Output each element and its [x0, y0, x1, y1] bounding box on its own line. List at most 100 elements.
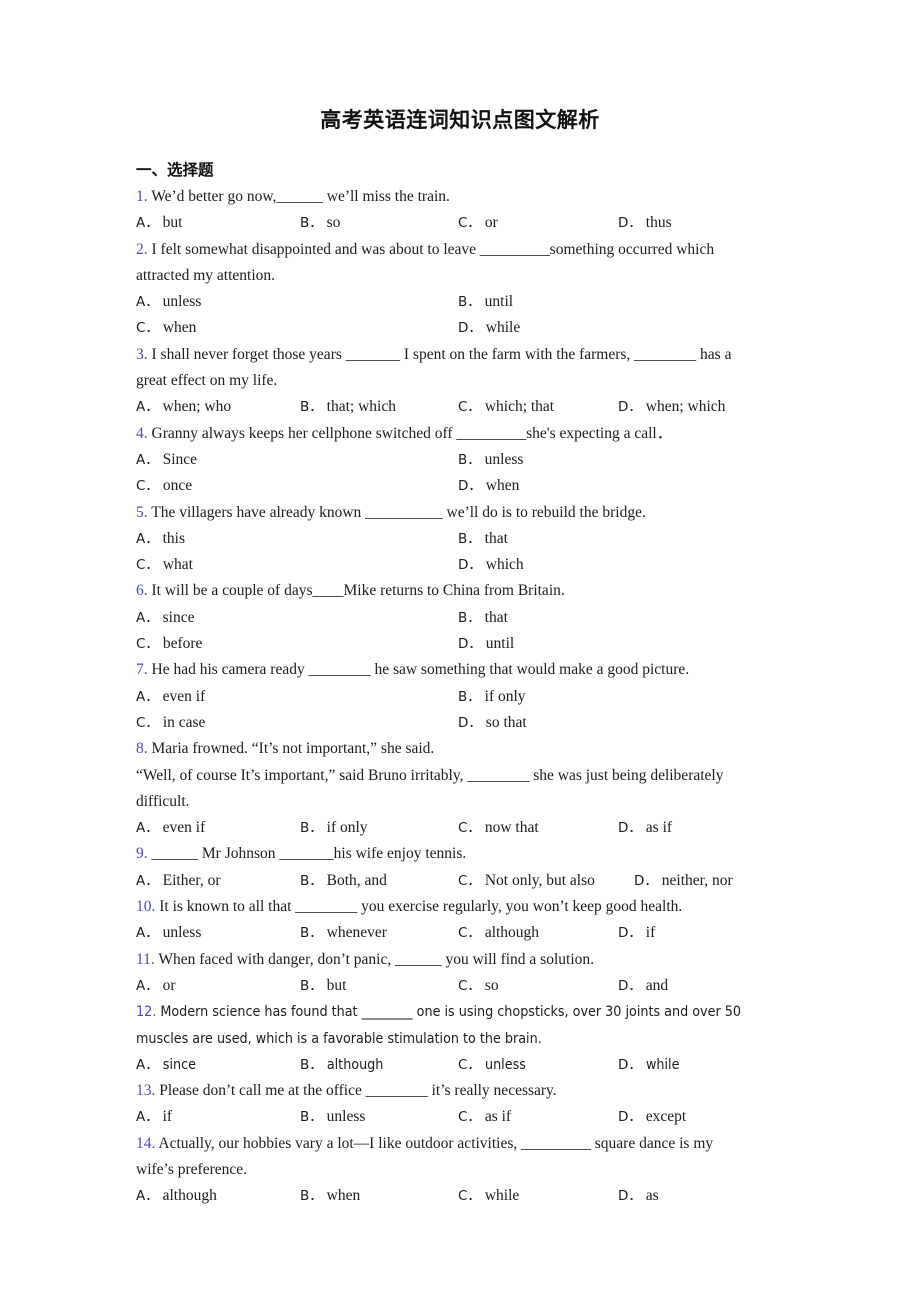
option-choice[interactable]: A． even if [136, 815, 205, 841]
option-choice[interactable]: A． since [136, 1052, 196, 1078]
option-choice[interactable]: C． which; that [458, 394, 554, 420]
option-text: when; which [641, 398, 726, 416]
option-text: although [158, 1187, 217, 1205]
option-choice[interactable]: D． as if [618, 815, 672, 841]
option-choice[interactable]: D． when; which [618, 394, 725, 420]
option-label: B． [458, 294, 481, 311]
option-choice[interactable]: B． that; which [300, 394, 396, 420]
question-item: 1. We’d better go now,______ we’ll miss … [136, 184, 784, 237]
option-choice[interactable]: A． when; who [136, 394, 231, 420]
option-choice[interactable]: B． although [300, 1052, 383, 1078]
option-text: if [158, 1108, 173, 1126]
option-choice[interactable]: D． if [618, 920, 655, 946]
option-choice[interactable]: C． although [458, 920, 539, 946]
option-choice[interactable]: B． if only [458, 684, 526, 710]
option-choice[interactable]: D． while [618, 1052, 679, 1078]
option-text: in case [158, 713, 206, 731]
question-stem: 9. ______ Mr Johnson _______his wife enj… [136, 841, 784, 867]
question-text: wife’s preference. [136, 1160, 248, 1178]
option-label: D． [618, 399, 642, 416]
option-choice[interactable]: C． what [136, 552, 193, 578]
option-text: or [158, 976, 176, 994]
option-choice[interactable]: A． even if [136, 684, 205, 710]
option-choice[interactable]: C． when [136, 315, 196, 341]
question-item: 10. It is known to all that ________ you… [136, 894, 784, 947]
question-stem: 14. Actually, our hobbies vary a lot—I l… [136, 1131, 784, 1157]
option-choice[interactable]: D． neither, nor [634, 868, 733, 894]
option-choice[interactable]: D． which [458, 552, 524, 578]
option-choice[interactable]: C． as if [458, 1104, 511, 1130]
option-choice[interactable]: B． until [458, 289, 513, 315]
option-label: D． [458, 478, 482, 495]
option-text: Both, and [322, 871, 387, 889]
option-label: D． [618, 1188, 642, 1205]
option-choice[interactable]: A． although [136, 1183, 217, 1209]
option-text: when [158, 319, 197, 337]
option-choice[interactable]: C． while [458, 1183, 519, 1209]
question-item: 12. Modern science has found that ______… [136, 999, 784, 1078]
question-text: Granny always keeps her cellphone switch… [151, 424, 673, 442]
option-choice[interactable]: B． whenever [300, 920, 387, 946]
option-choice[interactable]: B． unless [300, 1104, 365, 1130]
option-text: while [480, 1187, 520, 1205]
question-text: He had his camera ready ________ he saw … [151, 661, 690, 679]
option-choice[interactable]: A． unless [136, 920, 201, 946]
option-text: that; which [322, 398, 396, 416]
option-choice[interactable]: C． once [136, 473, 192, 499]
option-choice[interactable]: B． if only [300, 815, 368, 841]
option-choice[interactable]: C． before [136, 631, 202, 657]
option-label: D． [458, 320, 482, 337]
option-choice[interactable]: A． if [136, 1104, 172, 1130]
option-choice[interactable]: A． since [136, 605, 194, 631]
option-choice[interactable]: A． or [136, 973, 176, 999]
option-choice[interactable]: D． while [458, 315, 520, 341]
question-stem: 7. He had his camera ready ________ he s… [136, 657, 784, 683]
option-choice[interactable]: C． now that [458, 815, 539, 841]
option-text: which [481, 556, 524, 574]
option-choice[interactable]: D． except [618, 1104, 686, 1130]
option-choice[interactable]: D． and [618, 973, 668, 999]
option-choice[interactable]: C． Not only, but also [458, 868, 595, 894]
option-row: A． even if B． if only [136, 684, 784, 710]
question-item: 6. It will be a couple of days____Mike r… [136, 578, 784, 657]
question-stem: 12. Modern science has found that ______… [136, 999, 784, 1025]
option-choice[interactable]: B． when [300, 1183, 360, 1209]
option-text: but [322, 976, 347, 994]
option-row: C． in case D． so that [136, 710, 784, 736]
option-choice[interactable]: C． so [458, 973, 499, 999]
option-choice[interactable]: A． Since [136, 447, 197, 473]
option-choice[interactable]: A． Either, or [136, 868, 221, 894]
option-text: so [322, 214, 341, 232]
option-text: since [158, 608, 195, 626]
option-choice[interactable]: D． when [458, 473, 519, 499]
questions-container: 1. We’d better go now,______ we’ll miss … [136, 184, 784, 1210]
question-stem: 8. Maria frowned. “It’s not important,” … [136, 736, 784, 762]
option-choice[interactable]: D． until [458, 631, 514, 657]
option-choice[interactable]: B． Both, and [300, 868, 387, 894]
option-choice[interactable]: B． but [300, 973, 346, 999]
option-row: A． Since B． unless [136, 447, 784, 473]
option-text: now that [480, 819, 539, 837]
option-choice[interactable]: C． unless [458, 1052, 526, 1078]
option-text: or [480, 214, 498, 232]
option-choice[interactable]: B． that [458, 526, 508, 552]
question-number: 12. [136, 1004, 157, 1021]
option-choice[interactable]: B． so [300, 210, 340, 236]
option-choice[interactable]: B． that [458, 605, 508, 631]
option-choice[interactable]: C． or [458, 210, 498, 236]
option-choice[interactable]: A． but [136, 210, 182, 236]
option-choice[interactable]: C． in case [136, 710, 205, 736]
option-choice[interactable]: D． thus [618, 210, 672, 236]
question-number: 6. [136, 582, 148, 600]
option-choice[interactable]: A． this [136, 526, 185, 552]
option-label: C． [458, 977, 481, 994]
option-choice[interactable]: D． so that [458, 710, 527, 736]
option-choice[interactable]: B． unless [458, 447, 523, 473]
option-label: C． [458, 1109, 481, 1126]
option-choice[interactable]: A． unless [136, 289, 201, 315]
option-choice[interactable]: D． as [618, 1183, 659, 1209]
option-row: A． but B． so C． or D． thus [136, 210, 784, 236]
option-text: when [322, 1187, 361, 1205]
option-text: if [641, 924, 656, 942]
question-text: It is known to all that ________ you exe… [159, 898, 683, 916]
